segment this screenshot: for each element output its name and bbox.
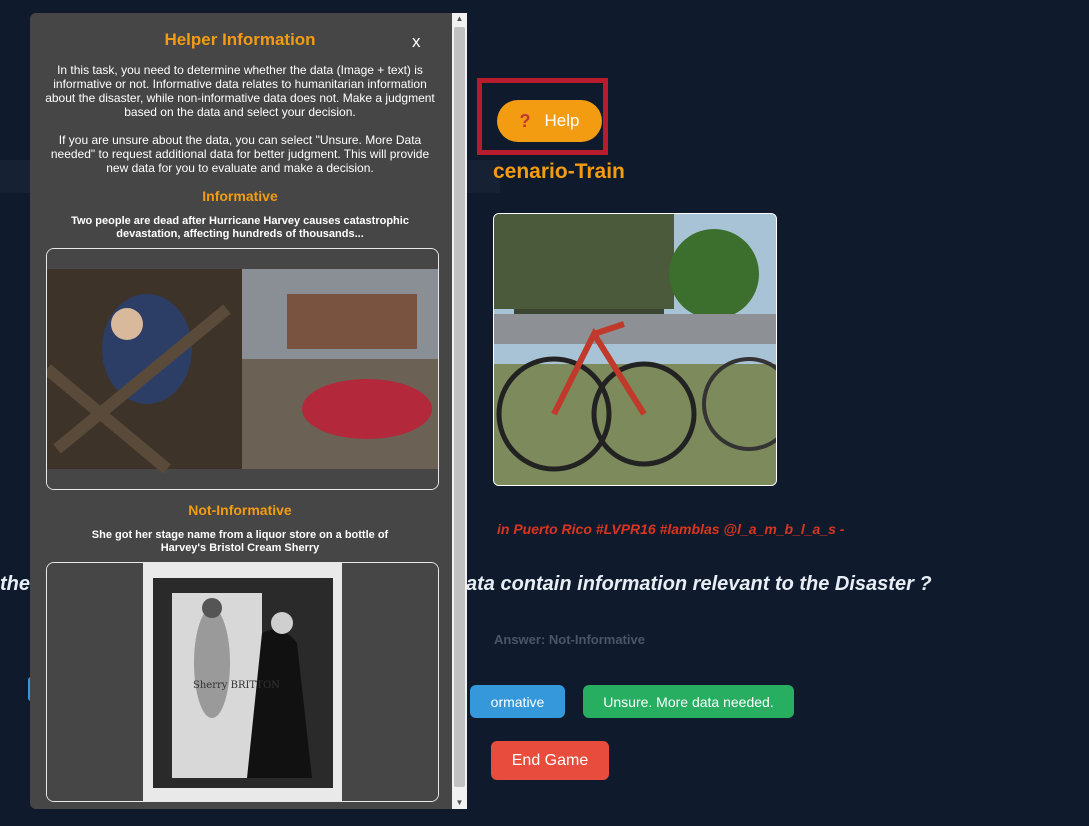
modal-scrollbar[interactable]: ▲ ▼: [452, 13, 467, 809]
highlight-box: [477, 78, 608, 155]
end-game-button[interactable]: End Game: [491, 741, 609, 780]
instructions-paragraph: In this task, you need to determine whet…: [45, 63, 435, 119]
tweet-text: in Puerto Rico #LVPR16 #lamblas @l_a_m_b…: [497, 521, 845, 537]
unsure-paragraph: If you are unsure about the data, you ca…: [50, 133, 430, 175]
sign-text: Sherry BRITTON: [193, 680, 280, 691]
scroll-down-arrow-icon[interactable]: ▼: [452, 797, 467, 809]
scroll-thumb[interactable]: [454, 27, 465, 787]
informative-heading: Informative: [202, 188, 278, 204]
close-button[interactable]: x: [412, 32, 421, 52]
unsure-button[interactable]: Unsure. More data needed.: [583, 685, 794, 718]
question-left: the: [0, 573, 30, 595]
not-informative-example-image: Sherry BRITTON: [46, 562, 439, 802]
not-informative-caption: She got her stage name from a liquor sto…: [91, 529, 389, 554]
informative-button[interactable]: ormative: [470, 685, 565, 718]
scenario-image: [493, 213, 777, 486]
helper-modal: Helper Information x In this task, you n…: [30, 13, 467, 809]
question-right: ata contain information relevant to the …: [466, 573, 932, 595]
informative-example-image: [46, 248, 439, 490]
not-informative-heading: Not-Informative: [188, 502, 292, 518]
page-title: cenario-Train: [493, 160, 625, 183]
informative-caption: Two people are dead after Hurricane Harv…: [71, 215, 409, 240]
modal-title: Helper Information: [164, 30, 316, 49]
scroll-up-arrow-icon[interactable]: ▲: [452, 13, 467, 25]
answer-text: Answer: Not-Informative: [494, 632, 645, 647]
